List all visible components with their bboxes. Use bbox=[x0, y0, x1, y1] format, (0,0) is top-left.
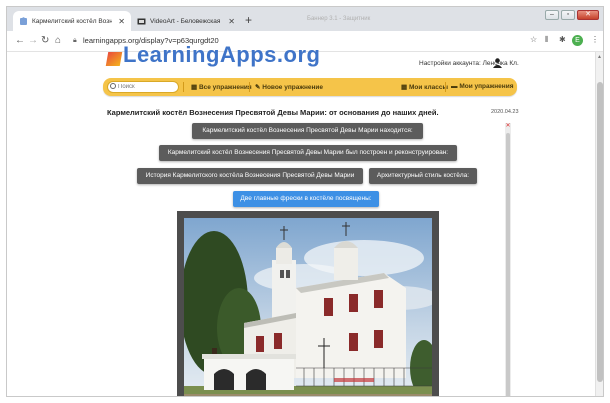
question-button-history[interactable]: История Кармелитского костёла Вознесения… bbox=[137, 168, 363, 184]
page-scroll-thumb[interactable] bbox=[597, 82, 603, 382]
tab-title: VideoArt - Беловежская пуща bbox=[150, 17, 222, 25]
tab-learningapps[interactable]: Кармелитский костёл Вознесен ✕ bbox=[13, 11, 131, 31]
site-navbar: ▦ Все упражнения ✎ Новое упражнение ▦ Мо… bbox=[103, 78, 517, 96]
nav-new-exercise[interactable]: ✎ Новое упражнение bbox=[255, 83, 323, 91]
close-icon[interactable]: ✕ bbox=[505, 123, 511, 129]
page-scrollbar[interactable]: ▲ bbox=[595, 52, 603, 396]
lock-icon[interactable]: 🔒︎ bbox=[73, 37, 77, 45]
close-window-button[interactable]: ✕ bbox=[577, 10, 599, 20]
publish-date: 2020.04.23 bbox=[491, 109, 519, 115]
nav-all-exercises[interactable]: ▦ Все упражнения bbox=[191, 83, 252, 91]
page-viewport: LearningApps.org Настройки аккаунта: Лен… bbox=[7, 42, 597, 396]
exercise-area: Кармелитский костёл Вознесения Пресвятой… bbox=[103, 116, 523, 396]
logo-mark-icon bbox=[105, 52, 123, 66]
puzzle-icon bbox=[19, 16, 28, 26]
search-input[interactable] bbox=[107, 81, 179, 93]
nav-divider bbox=[249, 82, 250, 92]
nav-my-classes[interactable]: ▦ Мои классы bbox=[401, 83, 448, 91]
nav-divider bbox=[183, 82, 184, 92]
extension-icon[interactable]: ⦀ bbox=[545, 35, 549, 45]
question-button-style[interactable]: Архитектурный стиль костёла: bbox=[369, 168, 477, 184]
scroll-up-icon[interactable]: ▲ bbox=[597, 54, 602, 60]
reload-icon[interactable]: ↻ bbox=[41, 34, 49, 48]
back-arrow-icon[interactable]: ← bbox=[15, 34, 25, 48]
forward-arrow-icon[interactable]: → bbox=[28, 34, 38, 48]
kebab-menu-icon[interactable]: ⋮ bbox=[591, 35, 599, 44]
bookmark-star-icon[interactable]: ☆ bbox=[530, 35, 537, 44]
profile-avatar[interactable]: Е bbox=[572, 35, 583, 46]
account-settings-link[interactable]: Настройки аккаунта: Леночка Кл. bbox=[419, 60, 519, 67]
nav-label: Мои классы bbox=[408, 84, 448, 91]
browser-window: Кармелитский костёл Вознесен ✕ VideoArt … bbox=[6, 6, 604, 397]
minimize-button[interactable]: – bbox=[545, 10, 559, 20]
user-icon[interactable] bbox=[493, 58, 502, 68]
church-photo bbox=[184, 218, 432, 396]
nav-label: Новое упражнение bbox=[262, 84, 324, 91]
puzzle-extension-icon[interactable]: ✱ bbox=[559, 35, 566, 44]
nav-my-exercises[interactable]: ▬ Мои упражнения bbox=[451, 83, 514, 90]
close-tab-icon[interactable]: ✕ bbox=[118, 17, 125, 26]
video-icon bbox=[137, 17, 146, 26]
tab-title: Кармелитский костёл Вознесен bbox=[32, 17, 113, 25]
nav-label: Мои упражнения bbox=[459, 83, 514, 90]
home-icon[interactable]: ⌂ bbox=[55, 34, 61, 48]
exercise-scrollbar[interactable]: ✕ bbox=[505, 123, 511, 396]
question-button-construction[interactable]: Кармелитский костёл Вознесения Пресвятой… bbox=[159, 145, 457, 161]
exercise-scroll-thumb[interactable] bbox=[506, 133, 510, 396]
ghost-tab-title: Баннер 3.1 - Защитник bbox=[307, 16, 371, 22]
maximize-button[interactable]: ▫ bbox=[561, 10, 575, 20]
logo-text: LearningApps.org bbox=[123, 42, 321, 67]
question-button-location[interactable]: Кармелитский костёл Вознесения Пресвятой… bbox=[192, 123, 423, 139]
photo-frame bbox=[177, 211, 439, 396]
nav-label: Все упражнения bbox=[198, 84, 252, 91]
new-tab-button[interactable]: + bbox=[245, 14, 252, 26]
close-tab-icon[interactable]: ✕ bbox=[228, 17, 235, 26]
site-logo[interactable]: LearningApps.org bbox=[105, 42, 320, 68]
tab-strip: Кармелитский костёл Вознесен ✕ VideoArt … bbox=[7, 7, 603, 31]
tab-videoart[interactable]: VideoArt - Беловежская пуща ✕ bbox=[131, 11, 241, 31]
nav-divider bbox=[445, 82, 446, 92]
question-button-frescoes[interactable]: Две главные фрески в костёле посвящены: bbox=[233, 191, 379, 207]
window-controls: – ▫ ✕ bbox=[545, 10, 599, 20]
search-icon bbox=[110, 83, 116, 89]
